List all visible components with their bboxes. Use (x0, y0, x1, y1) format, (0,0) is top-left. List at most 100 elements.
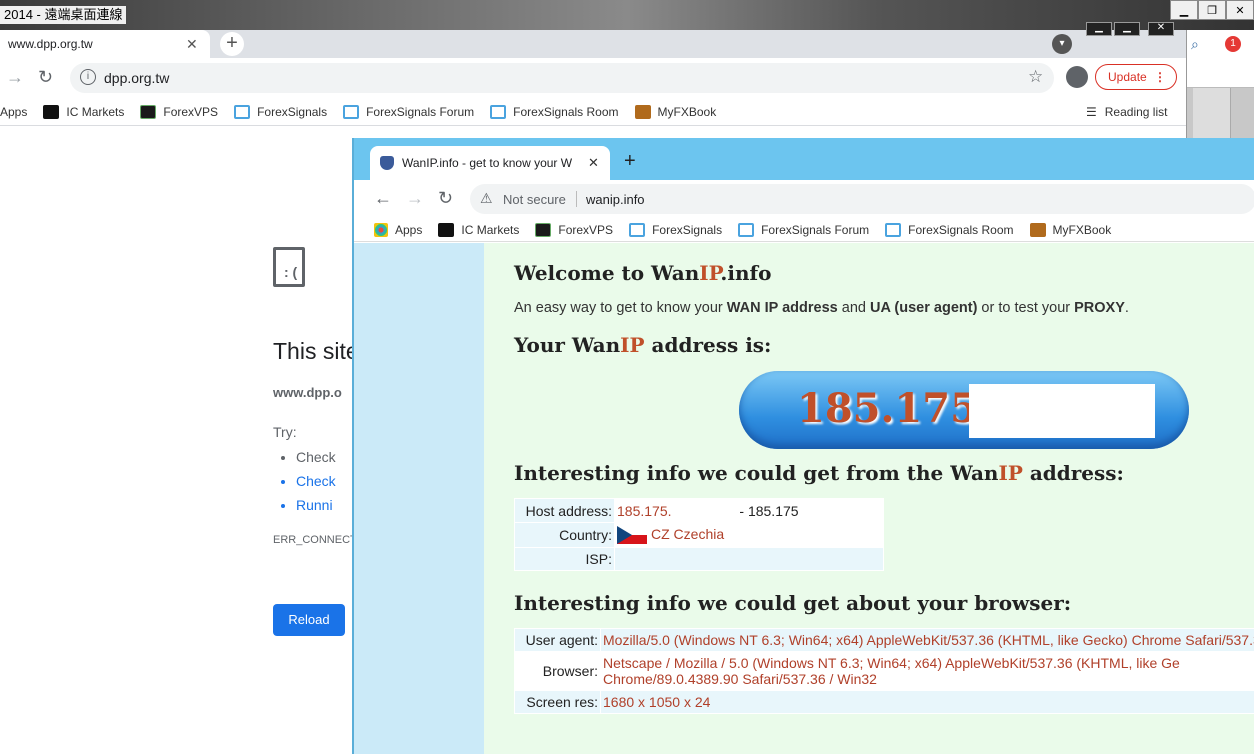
wanip-main: Welcome to WanIP.info An easy way to get… (484, 243, 1254, 754)
try-item: Check (296, 445, 336, 469)
screen-value: 1680 x 1050 x 24 (600, 690, 1254, 714)
try-item-link[interactable]: Runni (296, 493, 336, 517)
minimize-icon[interactable]: ▁ (1170, 0, 1198, 20)
bookmark-forexsignals-room[interactable]: ForexSignals Room (490, 104, 619, 119)
tab-search-icon[interactable]: ▾ (1052, 34, 1072, 54)
your-ip-heading: Your WanIP address is: (514, 333, 772, 357)
screen-label: Screen res: (514, 690, 601, 714)
reading-list-icon: ☰ (1086, 104, 1097, 119)
sad-page-icon: : ( (273, 247, 305, 287)
table-row: User agent: Mozilla/5.0 (Windows NT 6.3; … (514, 628, 1254, 652)
bookmark-ic-markets[interactable]: IC Markets (438, 222, 519, 237)
close-tab-icon[interactable]: ✕ (186, 36, 198, 53)
wan-info-table: Host address: 185.175. - 185.175 Country:… (514, 498, 884, 572)
profile-avatar[interactable] (1066, 66, 1088, 88)
inner-close-icon[interactable]: ✕ (1148, 22, 1174, 36)
browser-info-heading: Interesting info we could get about your… (514, 591, 1072, 615)
isp-label: ISP: (514, 547, 615, 572)
bookmark-myfxbook[interactable]: MyFXBook (634, 104, 716, 119)
bookmark-forexsignals[interactable]: ForexSignals (234, 104, 327, 119)
bookmark-myfxbook[interactable]: MyFXBook (1029, 222, 1111, 237)
back-tab[interactable]: www.dpp.org.tw (0, 30, 210, 58)
czech-flag-icon (617, 526, 647, 545)
forexsignals-icon (629, 222, 646, 237)
ua-value: Mozilla/5.0 (Windows NT 6.3; Win64; x64)… (600, 628, 1254, 652)
back-url[interactable]: dpp.org.tw (104, 70, 169, 86)
forward-icon[interactable]: → (406, 188, 424, 209)
error-code: ERR_CONNECT (273, 534, 357, 546)
bookmark-forexvps[interactable]: ForexVPS (140, 104, 218, 119)
info-icon[interactable]: i (80, 69, 96, 85)
bookmark-forexsignals-forum[interactable]: ForexSignals Forum (343, 104, 474, 119)
forexsignals-icon (234, 104, 251, 119)
back-toolbar: → ↻ i dpp.org.tw ☆ Update ⋮ (0, 58, 1186, 98)
shield-icon (380, 156, 394, 170)
forexsignals-icon (490, 104, 507, 119)
back-omnibox[interactable] (70, 63, 1054, 93)
try-label: Try: (273, 424, 297, 440)
notification-badge[interactable]: 1 (1225, 36, 1241, 52)
country-label: Country: (514, 521, 615, 549)
forexvps-icon (140, 104, 157, 119)
back-tab-strip: www.dpp.org.tw ✕ + ▾ ▁ ▁ ✕ (0, 22, 1186, 58)
wan-info-heading: Interesting info we could get from the W… (514, 461, 1124, 485)
try-item-link[interactable]: Check (296, 469, 336, 493)
star-icon[interactable]: ☆ (1028, 67, 1043, 87)
table-row: Host address: 185.175. - 185.175 (514, 498, 884, 523)
bookmark-forexsignals[interactable]: ForexSignals (629, 222, 722, 237)
browser-info-table: User agent: Mozilla/5.0 (Windows NT 6.3; … (514, 628, 1254, 714)
host-redaction (671, 502, 736, 516)
reload-icon[interactable]: ↻ (438, 188, 453, 209)
new-tab-button[interactable]: + (220, 32, 244, 56)
ic-markets-icon (43, 104, 60, 119)
reading-list[interactable]: ☰ Reading list (1086, 105, 1167, 119)
tagline: An easy way to get to know your WAN IP a… (514, 300, 1129, 316)
close-icon[interactable]: ✕ (1226, 0, 1254, 20)
menu-dots-icon: ⋮ (1154, 70, 1166, 84)
update-button[interactable]: Update ⋮ (1095, 64, 1177, 90)
error-host: www.dpp.o (273, 385, 342, 400)
warning-icon[interactable]: ⚠ (480, 190, 493, 207)
forward-icon[interactable]: → (6, 67, 24, 88)
bookmark-apps[interactable]: Apps (0, 105, 27, 119)
bookmark-apps[interactable]: Apps (374, 222, 422, 237)
try-list: Check Check Runni (296, 445, 336, 517)
myfxbook-icon (1029, 222, 1046, 237)
forexsignals-icon (885, 222, 902, 237)
forexvps-icon (535, 222, 552, 237)
bookmark-forexvps[interactable]: ForexVPS (535, 222, 613, 237)
browser-label: Browser: (514, 651, 601, 691)
welcome-heading: Welcome to WanIP.info (514, 261, 772, 285)
front-tab[interactable]: WanIP.info - get to know your W (370, 146, 610, 180)
search-icon[interactable]: ⌕ (1191, 36, 1199, 53)
ic-markets-icon (438, 222, 455, 237)
back-icon[interactable]: ← (374, 188, 392, 209)
bookmark-forexsignals-forum[interactable]: ForexSignals Forum (738, 222, 869, 237)
reload-button[interactable]: Reload (273, 604, 345, 636)
new-tab-icon[interactable]: + (624, 150, 636, 173)
table-row: Browser: Netscape / Mozilla / 5.0 (Window… (514, 651, 1254, 691)
myfxbook-icon (634, 104, 651, 119)
table-row: ISP: (514, 547, 884, 572)
host-label: Host address: (514, 498, 615, 523)
ua-label: User agent: (514, 628, 601, 652)
front-tab-strip: WanIP.info - get to know your W ✕ + (354, 138, 1254, 180)
inner-restore-icon[interactable]: ▁ (1114, 22, 1140, 36)
not-secure-label[interactable]: Not secure (503, 192, 566, 207)
apps-grid-icon (374, 222, 388, 237)
inner-minimize-icon[interactable]: ▁ (1086, 22, 1112, 36)
front-browser-window: WanIP.info - get to know your W ✕ + ← → … (352, 138, 1254, 754)
table-row: Country: CZ Czechia (514, 521, 884, 549)
bookmark-ic-markets[interactable]: IC Markets (43, 104, 124, 119)
front-url[interactable]: wanip.info (586, 192, 645, 207)
update-label: Update (1108, 70, 1147, 84)
reload-icon[interactable]: ↻ (38, 67, 53, 88)
omnibox-divider (576, 191, 577, 207)
remote-desktop-titlebar: 2014 - 遠端桌面連線 ▁ ❐ ✕ (0, 0, 1254, 30)
bookmark-forexsignals-room[interactable]: ForexSignals Room (885, 222, 1014, 237)
wanip-page: Welcome to WanIP.info An easy way to get… (354, 243, 1254, 754)
forexsignals-icon (738, 222, 755, 237)
close-tab-icon[interactable]: ✕ (588, 155, 599, 171)
ip-address: 185.175. (797, 385, 992, 432)
restore-icon[interactable]: ❐ (1198, 0, 1226, 20)
